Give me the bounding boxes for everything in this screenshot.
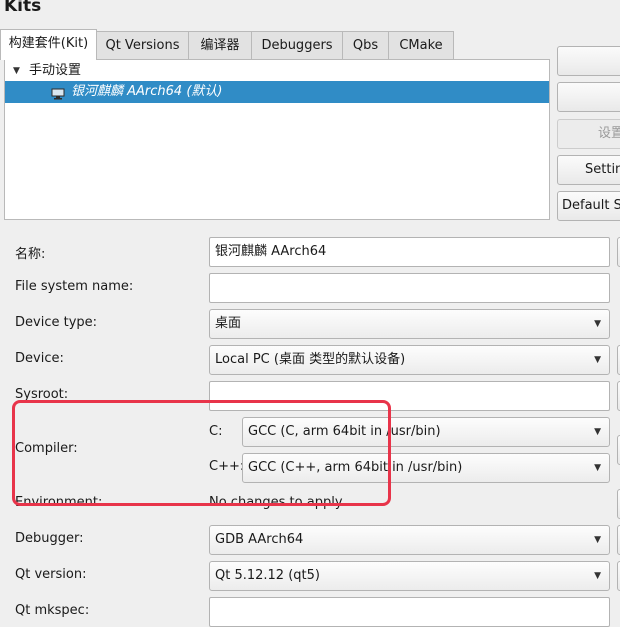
tree-group-manual[interactable]: ▼ 手动设置 [5,60,549,82]
triangle-down-icon[interactable]: ▼ [13,60,20,82]
debugger-value: GDB AArch64 [215,532,304,547]
chevron-down-icon: ▼ [594,463,601,473]
kit-tree: ▼ 手动设置 银河麒麟 AArch64 (默认) [4,59,550,220]
default-settings-button[interactable]: Default Se [557,191,620,221]
device-type-value: 桌面 [215,316,242,331]
chevron-down-icon: ▼ [594,571,601,581]
debugger-combo[interactable]: GDB AArch64 ▼ [209,525,610,555]
tab-qbs[interactable]: Qbs [342,31,389,59]
qt-version-combo[interactable]: Qt 5.12.12 (qt5) ▼ [209,561,610,591]
tab-kits[interactable]: 构建套件(Kit) [0,29,97,60]
tree-item-label: 银河麒麟 AArch64 (默认) [71,84,223,99]
chevron-down-icon: ▼ [594,427,601,437]
tab-cmake[interactable]: CMake [388,31,454,59]
file-system-name-label: File system name: [15,279,134,294]
tree-group-label: 手动设置 [29,63,82,78]
tree-item-kit[interactable]: 银河麒麟 AArch64 (默认) [5,81,549,103]
tab-compilers[interactable]: 编译器 [188,31,252,59]
device-label: Device: [15,351,64,366]
add-button[interactable] [557,46,620,76]
qt-mkspec-label: Qt mkspec: [15,603,90,618]
file-system-name-field[interactable] [209,273,610,303]
window-title: Kits [4,0,42,16]
name-label: 名称: [15,247,46,262]
set-default-button[interactable]: 设置 [557,119,620,149]
qt-version-label: Qt version: [15,567,87,582]
device-type-label: Device type: [15,315,98,330]
monitor-icon [51,86,65,100]
chevron-down-icon: ▼ [594,535,601,545]
qt-version-value: Qt 5.12.12 (qt5) [215,568,320,583]
qt-mkspec-field[interactable] [209,597,610,627]
tab-debuggers[interactable]: Debuggers [251,31,343,59]
settings-button[interactable]: Settings [557,155,620,185]
debugger-label: Debugger: [15,531,84,546]
chevron-down-icon: ▼ [594,319,601,329]
tab-qt-versions[interactable]: Qt Versions [96,31,189,59]
name-field[interactable]: 银河麒麟 AArch64 [209,237,610,267]
annotation-highlight [12,400,391,506]
device-type-combo[interactable]: 桌面 ▼ [209,309,610,339]
device-combo[interactable]: Local PC (桌面 类型的默认设备) ▼ [209,345,610,375]
device-value: Local PC (桌面 类型的默认设备) [215,352,406,367]
chevron-down-icon: ▼ [594,355,601,365]
clone-button[interactable] [557,82,620,112]
